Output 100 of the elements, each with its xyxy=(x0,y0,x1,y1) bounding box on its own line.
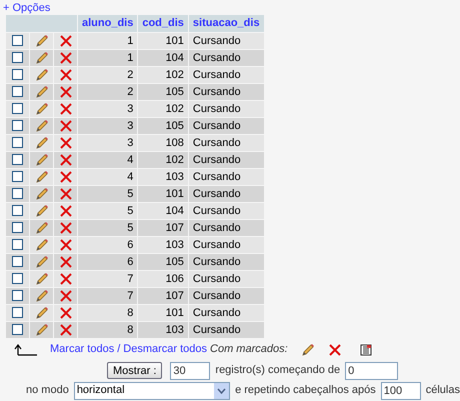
dropdown-caret-icon[interactable] xyxy=(217,388,226,394)
table-cell: 5 xyxy=(127,222,134,234)
pencil-icon[interactable] xyxy=(34,238,48,252)
options-link[interactable]: + Opções xyxy=(3,2,50,14)
table-cell: Cursando xyxy=(192,102,241,114)
pencil-icon[interactable] xyxy=(34,118,48,132)
table-cell: Cursando xyxy=(192,86,241,98)
table-cell: 102 xyxy=(166,154,184,166)
arrow-up-icon xyxy=(14,344,38,356)
row-checkbox[interactable] xyxy=(12,120,23,131)
pencil-icon[interactable] xyxy=(34,186,48,200)
table-cell: 104 xyxy=(166,52,184,64)
pencil-icon[interactable] xyxy=(34,152,48,166)
table-cell: 6 xyxy=(127,256,134,268)
table-cell: 1 xyxy=(127,52,134,64)
pencil-icon[interactable] xyxy=(34,306,48,320)
delete-icon[interactable] xyxy=(60,170,72,182)
row-checkbox[interactable] xyxy=(12,188,23,199)
show-button[interactable]: Mostrar : xyxy=(107,362,162,379)
rows-count-field[interactable]: 30 xyxy=(170,362,210,380)
row-checkbox[interactable] xyxy=(12,154,23,165)
delete-icon[interactable] xyxy=(60,290,72,302)
pencil-icon[interactable] xyxy=(34,254,48,268)
table-cell: 4 xyxy=(127,170,134,182)
table-cell: 101 xyxy=(166,188,184,200)
export-icon[interactable] xyxy=(360,344,372,356)
row-checkbox[interactable] xyxy=(12,69,23,80)
row-checkbox[interactable] xyxy=(12,35,23,46)
delete-icon[interactable] xyxy=(60,188,72,200)
repeat-label: e repetindo cabeçalhos após xyxy=(235,383,376,398)
row-checkbox[interactable] xyxy=(12,307,23,318)
mode-dropdown[interactable]: horizontal xyxy=(74,382,230,400)
delete-icon[interactable] xyxy=(60,120,72,132)
delete-icon[interactable] xyxy=(60,34,72,46)
table-cell: 105 xyxy=(166,256,184,268)
pencil-icon[interactable] xyxy=(34,34,48,48)
table-cell: 8 xyxy=(127,306,134,318)
pencil-icon[interactable] xyxy=(34,50,48,64)
table-cell: 106 xyxy=(166,272,184,284)
row-checkbox[interactable] xyxy=(12,171,23,182)
row-checkbox[interactable] xyxy=(12,273,23,284)
delete-icon[interactable] xyxy=(60,136,72,148)
pencil-icon[interactable] xyxy=(34,204,48,218)
pencil-icon[interactable] xyxy=(34,322,48,336)
pencil-icon[interactable] xyxy=(34,68,48,82)
delete-icon[interactable] xyxy=(60,272,72,284)
delete-icon[interactable] xyxy=(60,324,72,336)
delete-icon[interactable] xyxy=(60,86,72,98)
table-cell: Cursando xyxy=(192,68,241,80)
pencil-icon[interactable] xyxy=(34,84,48,98)
table-cell: 101 xyxy=(166,306,184,318)
delete-icon[interactable] xyxy=(60,256,72,268)
table-cell: 2 xyxy=(127,68,134,80)
row-checkbox[interactable] xyxy=(12,222,23,233)
row-checkbox[interactable] xyxy=(12,205,23,216)
table-cell: Cursando xyxy=(192,204,241,216)
pencil-icon[interactable] xyxy=(34,220,48,234)
table-cell: 7 xyxy=(127,272,134,284)
table-cell: 101 xyxy=(166,34,184,46)
delete-icon[interactable] xyxy=(60,204,72,216)
table-cell: 6 xyxy=(127,238,134,250)
table-cell: Cursando xyxy=(192,120,241,132)
start-row-field[interactable]: 0 xyxy=(345,362,398,380)
delete-icon[interactable] xyxy=(328,344,341,356)
delete-icon[interactable] xyxy=(60,222,72,234)
delete-icon[interactable] xyxy=(60,52,72,64)
table-cell: 3 xyxy=(127,120,134,132)
delete-icon[interactable] xyxy=(60,238,72,250)
table-cell: 103 xyxy=(166,170,184,182)
check-all-link[interactable]: Marcar todos xyxy=(50,341,114,358)
table-cell: Cursando xyxy=(192,188,241,200)
row-checkbox[interactable] xyxy=(12,324,23,335)
table-cell: 5 xyxy=(127,204,134,216)
table-cell: Cursando xyxy=(192,52,241,64)
pencil-icon[interactable] xyxy=(300,342,315,356)
row-checkbox[interactable] xyxy=(12,86,23,97)
delete-icon[interactable] xyxy=(60,102,72,114)
pencil-icon[interactable] xyxy=(34,102,48,116)
pencil-icon[interactable] xyxy=(34,272,48,286)
table-cell: 5 xyxy=(127,188,134,200)
row-checkbox[interactable] xyxy=(12,256,23,267)
delete-icon[interactable] xyxy=(60,68,72,80)
pencil-icon[interactable] xyxy=(34,288,48,302)
row-checkbox[interactable] xyxy=(12,52,23,63)
row-checkbox[interactable] xyxy=(12,239,23,250)
table-cell: 2 xyxy=(127,86,134,98)
pencil-icon[interactable] xyxy=(34,136,48,150)
table-cell: Cursando xyxy=(192,222,241,234)
row-checkbox[interactable] xyxy=(12,137,23,148)
mode-label: no modo xyxy=(26,383,69,398)
delete-icon[interactable] xyxy=(60,154,72,166)
row-checkbox[interactable] xyxy=(12,103,23,114)
uncheck-all-link[interactable]: Desmarcar todos xyxy=(123,341,208,358)
row-checkbox[interactable] xyxy=(12,290,23,301)
table-cell: Cursando xyxy=(192,306,241,318)
table-cell: Cursando xyxy=(192,290,241,302)
table-cell: Cursando xyxy=(192,154,241,166)
pencil-icon[interactable] xyxy=(34,170,48,184)
repeat-headers-field[interactable]: 100 xyxy=(380,382,421,400)
delete-icon[interactable] xyxy=(60,306,72,318)
